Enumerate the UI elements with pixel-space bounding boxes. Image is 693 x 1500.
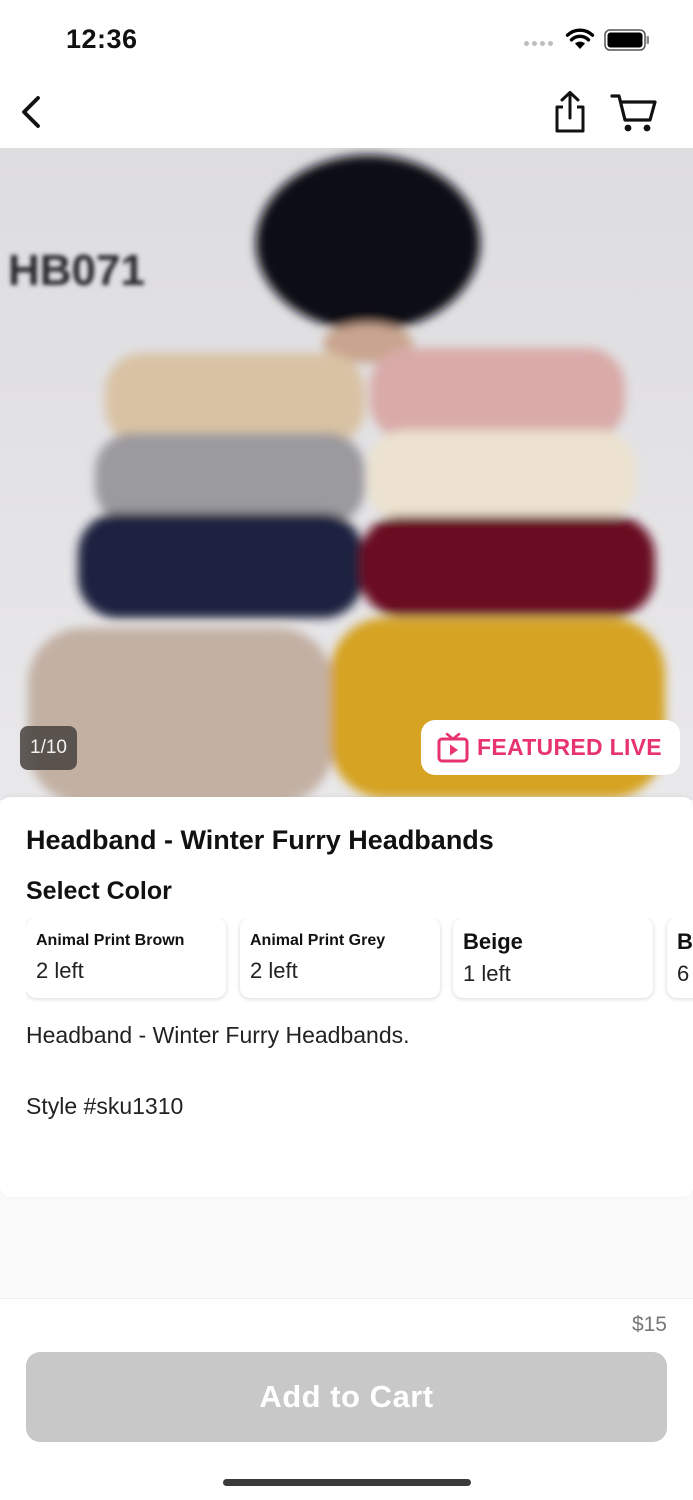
navigation-bar (0, 78, 693, 148)
featured-live-label: FEATURED LIVE (477, 734, 662, 760)
image-counter: 1/10 (20, 726, 77, 770)
wifi-icon (565, 28, 595, 49)
share-icon (555, 91, 585, 133)
product-style-number: Style #sku1310 (26, 1093, 184, 1119)
product-photo: HB071 (0, 148, 693, 800)
cart-button[interactable] (610, 92, 658, 134)
status-bar: 12:36 (0, 0, 693, 78)
home-indicator[interactable] (223, 1479, 471, 1486)
color-option-name: Animal Print Grey (250, 932, 386, 949)
color-option-stock: 6 (677, 961, 690, 986)
color-option-stock: 2 left (250, 958, 298, 983)
color-option-stock: 2 left (36, 958, 84, 983)
color-option-animal-print-brown[interactable]: Animal Print Brown 2 left (26, 918, 226, 998)
color-option-partial[interactable]: B 6 (667, 918, 693, 998)
add-to-cart-button[interactable]: Add to Cart (26, 1352, 667, 1442)
share-button[interactable] (550, 90, 590, 134)
color-option-name: Animal Print Brown (36, 932, 185, 949)
color-option-name: Beige (463, 929, 523, 954)
product-price: $15 (631, 1313, 667, 1336)
color-option-animal-print-grey[interactable]: Animal Print Grey 2 left (240, 918, 440, 998)
product-image-gallery[interactable]: HB071 1/10 FEATURED LIVE (0, 148, 693, 800)
product-description: Headband - Winter Furry Headbands. (26, 1022, 410, 1048)
featured-live-badge[interactable]: FEATURED LIVE (421, 720, 680, 775)
color-options-list[interactable]: Animal Print Brown 2 left Animal Print G… (26, 918, 693, 1002)
color-option-stock: 1 left (463, 961, 511, 986)
chevron-left-icon (22, 96, 40, 128)
live-tv-icon (437, 732, 469, 762)
back-button[interactable] (16, 92, 52, 132)
shopping-cart-icon (610, 94, 657, 132)
cellular-signal-icon (524, 41, 553, 46)
status-time: 12:36 (66, 24, 138, 54)
select-color-label: Select Color (26, 877, 172, 905)
product-details-card: Headband - Winter Furry Headbands Select… (0, 797, 693, 1197)
color-option-name: B (677, 929, 693, 954)
image-label-text: HB071 (8, 246, 145, 295)
product-title: Headband - Winter Furry Headbands (26, 825, 494, 855)
color-option-beige[interactable]: Beige 1 left (453, 918, 653, 998)
purchase-footer: $15 Add to Cart (0, 1298, 693, 1500)
battery-icon (604, 29, 649, 51)
